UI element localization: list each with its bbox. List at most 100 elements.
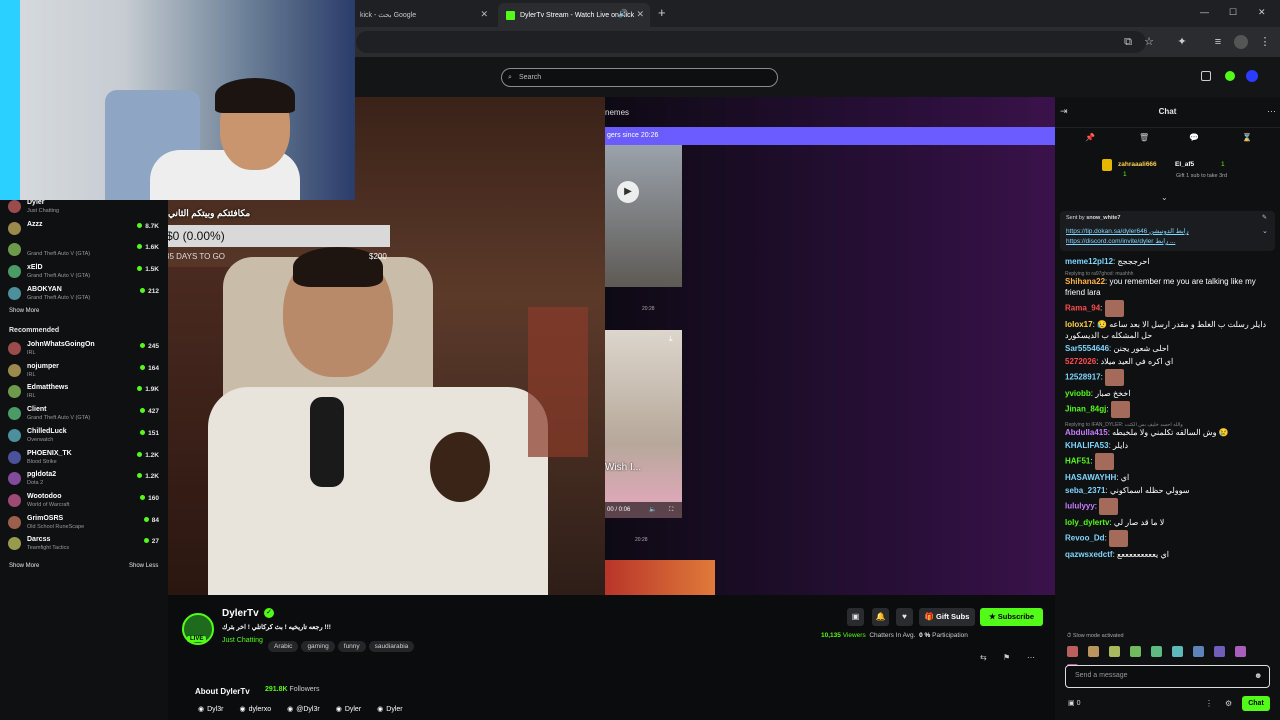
subscribe-button[interactable]: ★ Subscribe xyxy=(980,608,1043,626)
stream-tag[interactable]: gaming xyxy=(301,641,335,652)
chat-more-icon[interactable]: ⋮ xyxy=(1205,699,1213,708)
chat-username[interactable]: Shihana22 xyxy=(1065,277,1105,286)
more-options-icon[interactable]: ⋯ xyxy=(1027,653,1035,662)
fullscreen-icon[interactable]: ⛶ xyxy=(669,502,673,518)
sidebar-channel-row[interactable]: xElD Grand Theft Auto V (GTA) 1.5K xyxy=(8,262,163,284)
chat-bubble-icon[interactable]: 💬 xyxy=(1189,133,1199,142)
sidebar-channel-row[interactable]: GrimOSRS Old School RuneScape 84 xyxy=(8,513,163,535)
chat-username[interactable]: lululyyy xyxy=(1065,502,1095,511)
chat-username[interactable]: Sar5554646 xyxy=(1065,344,1109,353)
chat-username[interactable]: Rama_94 xyxy=(1065,304,1100,313)
browser-menu-icon[interactable]: ⋮ xyxy=(1258,35,1272,49)
unpin-icon[interactable]: ✎ xyxy=(1262,214,1267,221)
chat-username[interactable]: lolox17 xyxy=(1065,320,1093,329)
report-icon[interactable]: ⚑ xyxy=(1003,653,1010,662)
new-tab-button[interactable]: + xyxy=(658,5,666,20)
sidebar-channel-row[interactable]: Grand Theft Auto V (GTA) 1.6K xyxy=(8,240,163,262)
trash-icon[interactable]: 🗑 xyxy=(1139,133,1149,142)
show-more-recommended[interactable]: Show More xyxy=(9,563,39,569)
chat-settings-icon[interactable]: ⚙ xyxy=(1225,699,1232,708)
chat-username[interactable]: HASAWAYHH xyxy=(1065,473,1116,482)
video-thumbnail-1[interactable]: ▶ xyxy=(605,145,682,287)
social-link[interactable]: ◉ @Dyl3r xyxy=(287,706,320,713)
play-icon[interactable]: ▶ xyxy=(617,181,639,203)
chat-username[interactable]: yviobb xyxy=(1065,389,1091,398)
emote-button[interactable] xyxy=(1151,646,1162,657)
bell-icon[interactable]: 🔔 xyxy=(872,608,889,626)
chat-username[interactable]: 5272026 xyxy=(1065,357,1096,366)
sidebar-channel-row[interactable]: nojumper IRL 164 xyxy=(8,361,163,383)
sidebar-channel-row[interactable]: Client Grand Theft Auto V (GTA) 427 xyxy=(8,404,163,426)
download-icon[interactable]: ⤓ xyxy=(669,334,673,344)
emote-button[interactable] xyxy=(1214,646,1225,657)
gifter-name[interactable]: zahraaali666 xyxy=(1118,161,1157,168)
kick-wallet-icon[interactable] xyxy=(1225,71,1235,81)
close-window-button[interactable]: ✕ xyxy=(1258,7,1266,18)
minimize-button[interactable]: — xyxy=(1200,7,1209,17)
sidebar-channel-row[interactable]: ChilledLuck Overwatch 151 xyxy=(8,426,163,448)
clip-icon[interactable]: ▣ xyxy=(847,608,864,626)
emote-button[interactable] xyxy=(1109,646,1120,657)
chat-username[interactable]: Abdulla415 xyxy=(1065,428,1108,437)
social-link[interactable]: ◉ Dyl3r xyxy=(198,706,223,713)
emote-button[interactable] xyxy=(1130,646,1141,657)
user-avatar[interactable] xyxy=(1246,70,1258,82)
reading-list-icon[interactable]: ≡ xyxy=(1211,35,1225,49)
heart-icon[interactable]: ♥ xyxy=(896,608,913,626)
chat-username[interactable]: qazwsxedctf xyxy=(1065,550,1113,559)
player-controls[interactable]: 00 / 0:06 🔈 ⛶ xyxy=(605,502,682,518)
social-link[interactable]: ◉ Dyler xyxy=(336,706,361,713)
emote-button[interactable] xyxy=(1067,646,1078,657)
chat-username[interactable]: HAF51 xyxy=(1065,457,1090,466)
channel-name[interactable]: DylerTv xyxy=(222,608,259,619)
kick-balance[interactable]: ▣ 0 xyxy=(1068,699,1080,707)
stream-tag[interactable]: Arabic xyxy=(268,641,299,652)
stream-category[interactable]: Just Chatting xyxy=(222,637,263,644)
browser-tab-kick[interactable]: DylerTv Stream - Watch Live on Kick 🔊 ✕ xyxy=(498,3,650,27)
sidebar-channel-row[interactable]: Wootodoo World of Warcraft 160 xyxy=(8,491,163,513)
pinned-link-1[interactable]: https://tip.dokan.sa/dyler646 رابط الدون… xyxy=(1066,227,1189,235)
gift-recipient[interactable]: El_af5 xyxy=(1175,161,1194,168)
sidebar-channel-row[interactable]: pgldota2 Dota 2 1.2K xyxy=(8,469,163,491)
sidebar-channel-row[interactable]: Darcss Teamfight Tactics 27 xyxy=(8,534,163,556)
sidebar-channel-row[interactable]: Azzz 8.7K xyxy=(8,219,163,241)
chat-username[interactable]: seba_2371 xyxy=(1065,486,1105,495)
chat-input[interactable]: Send a message ☻ xyxy=(1065,665,1270,688)
video-thumbnail-3[interactable] xyxy=(605,560,715,595)
notifications-icon[interactable] xyxy=(1201,71,1211,81)
sidebar-channel-row[interactable]: ABOKYAN Grand Theft Auto V (GTA) 212 xyxy=(8,284,163,306)
emote-button[interactable] xyxy=(1193,646,1204,657)
tab-close-icon[interactable]: ✕ xyxy=(480,9,488,20)
sidebar-channel-row[interactable]: PHOENIX_TK Blood Strike 1.2K xyxy=(8,448,163,470)
chat-menu-icon[interactable]: ⋯ xyxy=(1267,106,1276,117)
maximize-button[interactable]: ☐ xyxy=(1229,7,1237,18)
pinned-sender[interactable]: snow_white7 xyxy=(1086,215,1120,221)
pinned-chevron-icon[interactable]: ⌄ xyxy=(1262,227,1268,235)
bookmark-star-icon[interactable]: ☆ xyxy=(1142,35,1156,49)
send-chat-button[interactable]: Chat xyxy=(1242,696,1270,711)
chat-username[interactable]: Revoo_Dd xyxy=(1065,534,1105,543)
chat-username[interactable]: Jinan_84gj xyxy=(1065,405,1106,414)
chat-username[interactable]: meme12pl12 xyxy=(1065,257,1113,266)
search-input[interactable]: ⌕ Search xyxy=(501,68,778,87)
translate-icon[interactable]: ⧉ xyxy=(1121,35,1135,49)
hourglass-icon[interactable]: ⌛ xyxy=(1242,133,1252,142)
emote-button[interactable] xyxy=(1172,646,1183,657)
show-more-following[interactable]: Show More xyxy=(9,308,39,314)
tab-close-icon[interactable]: ✕ xyxy=(636,9,644,20)
speaker-icon[interactable]: 🔊 xyxy=(618,9,628,18)
profile-avatar[interactable] xyxy=(1234,35,1248,49)
emote-button[interactable] xyxy=(1235,646,1246,657)
show-less-recommended[interactable]: Show Less xyxy=(129,563,158,569)
chat-username[interactable]: loly_dylertv xyxy=(1065,518,1109,527)
volume-icon[interactable]: 🔈 xyxy=(649,502,656,518)
expand-chevron-icon[interactable]: ⌄ xyxy=(1161,193,1168,202)
video-thumbnail-2[interactable]: Wish I... 00 / 0:06 🔈 ⛶ ⤓ xyxy=(605,330,682,518)
extensions-icon[interactable]: ✦ xyxy=(1175,35,1189,49)
sidebar-channel-row[interactable]: Dyler Just Chatting xyxy=(8,197,163,219)
browser-tab-google[interactable]: kick - بحث Google ✕ xyxy=(352,3,494,27)
stream-tag[interactable]: saudiarabia xyxy=(368,641,415,652)
sidebar-channel-row[interactable]: JohnWhatsGoingOn IRL 245 xyxy=(8,339,163,361)
emoji-icon[interactable]: ☻ xyxy=(1254,671,1262,680)
social-link[interactable]: ◉ Dyler xyxy=(377,706,402,713)
